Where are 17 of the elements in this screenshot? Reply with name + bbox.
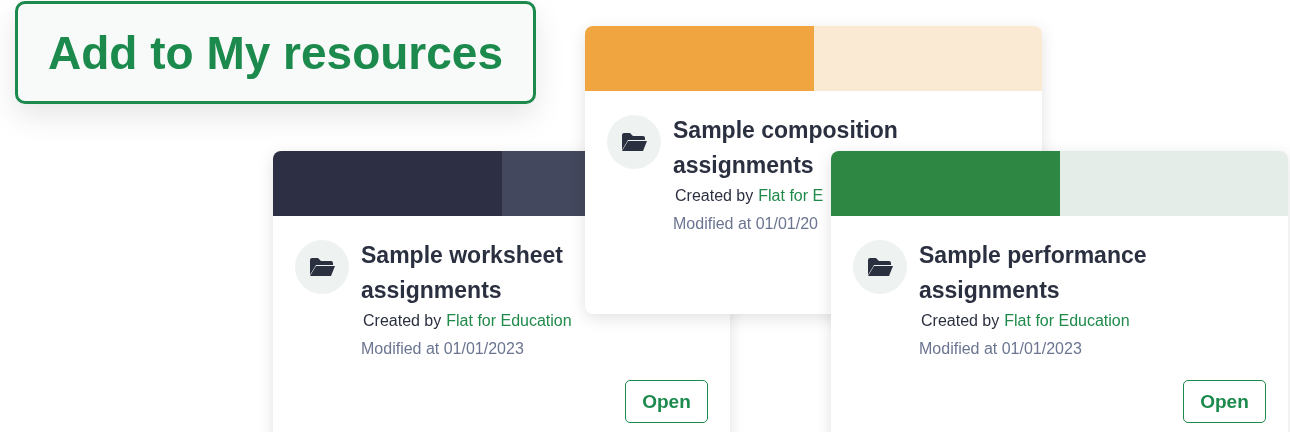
modified-date: Modified at 01/01/2023 <box>919 340 1083 358</box>
open-button[interactable]: Open <box>1183 380 1266 423</box>
add-to-resources-button[interactable]: Add to My resources <box>15 1 536 104</box>
card-title: Sample composition assignments <box>673 116 899 180</box>
author-link[interactable]: Flat for E <box>758 187 824 205</box>
created-by-label: Created by <box>675 187 754 205</box>
card-title: Sample performance assignments <box>919 241 1148 305</box>
author-link[interactable]: Flat for Education <box>1004 312 1130 330</box>
modified-date: Modified at 01/01/2023 <box>361 340 525 358</box>
created-by-label: Created by <box>921 312 1000 330</box>
modified-date: Modified at 01/01/20 <box>673 215 819 233</box>
author-link[interactable]: Flat for Education <box>446 312 572 330</box>
folder-icon <box>295 240 349 294</box>
folder-icon <box>853 240 907 294</box>
created-by-label: Created by <box>363 312 442 330</box>
open-button[interactable]: Open <box>625 380 708 423</box>
card-title: Sample worksheet assignments <box>361 241 564 305</box>
